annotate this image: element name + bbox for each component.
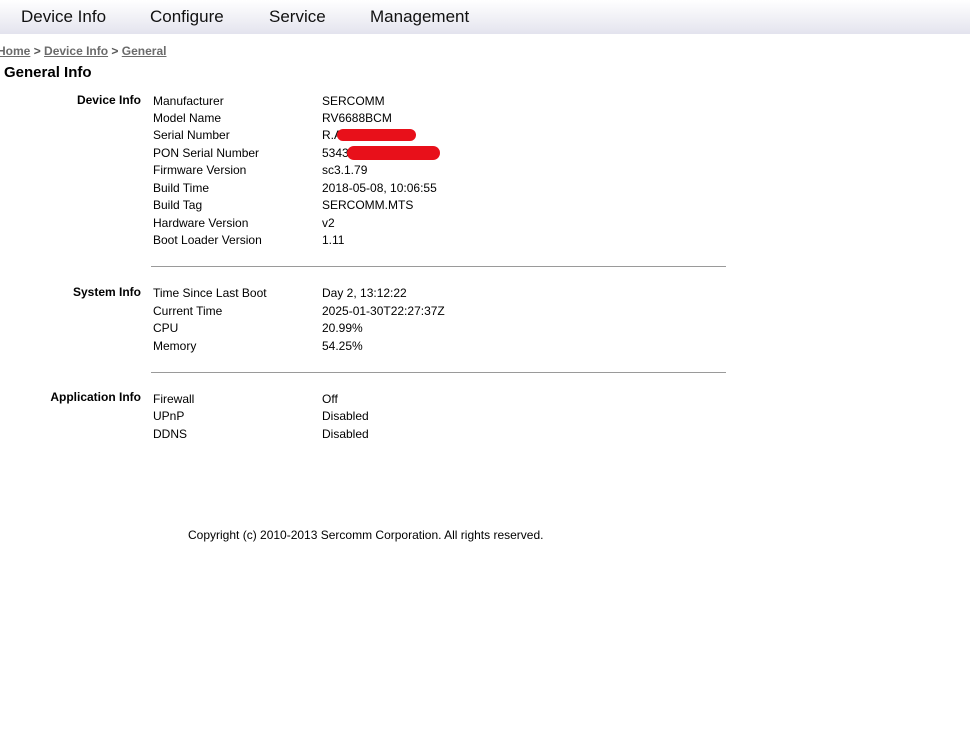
info-value: 54.25% [322,339,363,353]
info-key: Firmware Version [153,163,247,177]
breadcrumb: Home > Device Info > General [0,44,166,58]
redaction-mark [347,146,440,160]
info-key: DDNS [153,427,188,441]
info-key: CPU [153,321,179,335]
info-key: Build Time [153,181,210,195]
nav-configure[interactable]: Configure [150,7,224,27]
info-key: Current Time [153,304,223,318]
info-value: 2025-01-30T22:27:37Z [322,304,445,318]
section-label-application-info: Application Info [50,390,141,404]
info-key: Firewall [153,392,195,406]
page-title: General Info [4,64,92,81]
info-key: Model Name [153,111,222,125]
info-value: 20.99% [322,321,363,335]
copyright-footer: Copyright (c) 2010-2013 Sercomm Corporat… [188,528,544,542]
top-navigation-bar: Device Info Configure Service Management [0,0,970,34]
nav-device-info[interactable]: Device Info [21,7,106,27]
info-key: Hardware Version [153,216,249,230]
info-key: PON Serial Number [153,146,260,160]
info-value: Day 2, 13:12:22 [322,286,407,300]
section-divider [151,266,726,267]
breadcrumb-separator: > [33,44,41,58]
info-value: Off [322,392,338,406]
info-value: RV6688BCM [322,111,392,125]
info-key: Build Tag [153,198,203,212]
info-key: Manufacturer [153,94,224,108]
breadcrumb-separator: > [111,44,119,58]
breadcrumb-device-info-link[interactable]: Device Info [44,44,108,58]
nav-service[interactable]: Service [269,7,326,27]
info-key: Serial Number [153,128,230,142]
section-divider [151,372,726,373]
info-value: sc3.1.79 [322,163,368,177]
info-key: Boot Loader Version [153,233,262,247]
info-value: 5343 [322,146,349,160]
info-value: 1.11 [322,233,345,247]
info-value: v2 [322,216,335,230]
redaction-mark [337,129,416,141]
info-key: Time Since Last Boot [153,286,267,300]
breadcrumb-home-link[interactable]: Home [0,44,30,58]
info-key: Memory [153,339,197,353]
info-value: SERCOMM [322,94,385,108]
section-label-device-info: Device Info [76,93,141,107]
info-key: UPnP [153,409,185,423]
info-value: Disabled [322,409,369,423]
breadcrumb-general-link[interactable]: General [122,44,167,58]
info-value: 2018-05-08, 10:06:55 [322,181,437,195]
nav-management[interactable]: Management [370,7,469,27]
info-value: Disabled [322,427,369,441]
section-label-system-info: System Info [72,285,141,299]
info-value: SERCOMM.MTS [322,198,414,212]
